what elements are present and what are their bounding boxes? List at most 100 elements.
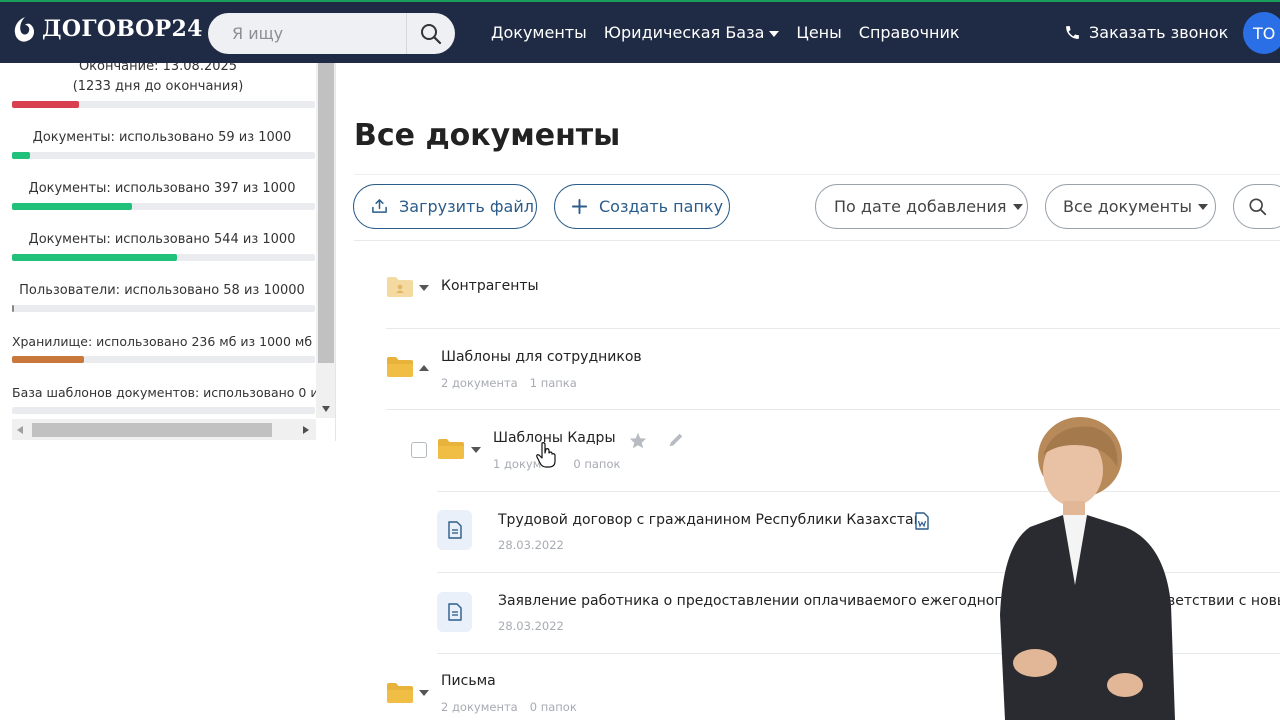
main-nav: Документы Юридическая База Цены Справочн… [491,23,960,42]
document-date: 28.03.2022 [498,619,564,633]
horizontal-scrollbar[interactable] [12,419,316,440]
hand-cursor-icon [536,442,556,468]
search-icon [421,23,442,44]
top-navbar: ДОГОВОР24 Документы Юридическая База Цен… [0,0,1280,63]
nav-legal-base[interactable]: Юридическая База [604,23,780,42]
usage-progress-fill [12,356,84,363]
chevron-down-icon [1198,203,1209,210]
sort-dropdown-label: По дате добавления [834,197,1007,216]
usage-progress-bar [12,305,315,312]
subscription-days-left: (1233 дня до окончания) [72,79,244,94]
usage-progress-fill [12,101,79,108]
document-icon[interactable] [437,510,472,550]
page-title: Все документы [354,118,621,153]
collapse-toggle-icon[interactable] [419,365,429,371]
search-box [208,13,455,54]
filter-dropdown[interactable]: Все документы [1045,184,1216,229]
folder-meta: 2 документа 0 папок [441,700,589,714]
scroll-left-arrow-icon[interactable] [16,425,24,435]
phone-icon [1066,26,1079,39]
nav-prices[interactable]: Цены [796,23,841,42]
usage-label: База шаблонов документов: использовано 0… [12,385,316,400]
usage-label: Документы: использовано 59 из 1000 [32,130,292,145]
document-date: 28.03.2022 [498,538,564,552]
upload-file-label: Загрузить файл [399,197,534,216]
upload-icon [372,199,387,213]
usage-progress-bar [12,356,315,363]
folder-name[interactable]: Контрагенты [441,278,539,294]
star-icon[interactable] [629,432,647,449]
subscription-end-label: Окончание: 13.08.2025 [78,63,238,74]
plus-icon [571,198,588,215]
avatar[interactable]: ТО [1243,12,1280,54]
usage-progress-bar [12,101,315,108]
folder-subfolder-count: 1 папка [529,376,577,390]
select-checkbox[interactable] [411,442,427,458]
sort-dropdown[interactable]: По дате добавления [815,184,1028,229]
search-icon [1249,197,1267,215]
usage-progress-fill [12,254,177,261]
word-file-icon[interactable] [914,512,930,530]
usage-label: Хранилище: использовано 236 мб из 1000 м… [11,334,313,349]
order-call-label: Заказать звонок [1089,23,1229,42]
shared-folder-icon[interactable] [386,276,414,298]
search-button[interactable] [406,13,455,54]
folder-icon[interactable] [437,438,465,460]
documents-search-button[interactable] [1233,184,1280,229]
subscription-usage-panel: Окончание: 13.08.2025 (1233 дня до оконч… [0,63,336,441]
logo-icon [14,17,35,42]
file-icon [447,521,462,539]
document-icon[interactable] [437,592,472,632]
vertical-scrollbar[interactable] [316,63,335,418]
filter-dropdown-label: Все документы [1063,197,1193,216]
folder-meta: 1 докум 0 папок [493,457,632,471]
folder-name[interactable]: Письма [441,673,496,689]
usage-label: Документы: использовано 544 из 1000 [28,232,296,247]
usage-progress-bar [12,407,315,414]
folder-icon[interactable] [386,356,414,378]
usage-progress-bar [12,203,315,210]
folder-doc-count: 2 документа [441,376,518,390]
divider [354,240,1280,241]
folder-subfolder-count: 0 папок [529,700,577,714]
folder-subfolder-count: 0 папок [573,457,621,471]
nav-reference[interactable]: Справочник [859,23,960,42]
create-folder-label: Создать папку [599,197,724,216]
usage-progress-fill [12,305,14,312]
scrollbar-thumb[interactable] [32,423,272,437]
document-title[interactable]: Заявление работника о предоставлении опл… [498,593,1032,609]
logo[interactable]: ДОГОВОР24 [12,14,203,44]
scrollbar-thumb[interactable] [318,63,334,363]
folder-doc-count: 2 документа [441,700,518,714]
nav-legal-base-label: Юридическая База [603,23,765,42]
logo-text: ДОГОВОР24 [42,16,203,42]
expand-toggle-icon[interactable] [419,285,429,291]
expand-toggle-icon[interactable] [471,447,481,453]
order-call-button[interactable]: Заказать звонок [1064,23,1228,42]
usage-label: Документы: использовано 397 из 1000 [28,181,296,196]
divider [386,328,1280,329]
usage-progress-bar [12,152,315,159]
divider [354,174,1280,175]
chevron-down-icon [1012,203,1023,210]
document-title[interactable]: Трудовой договор с гражданином Республик… [498,512,923,528]
chevron-down-icon [769,30,780,37]
upload-file-button[interactable]: Загрузить файл [353,184,537,229]
usage-label: Пользователи: использовано 58 из 10000 [19,283,305,298]
usage-progress-fill [12,203,133,210]
presenter-video-overlay [1000,417,1175,720]
usage-progress-bar [12,254,315,261]
usage-progress-fill [12,152,31,159]
expand-toggle-icon[interactable] [419,690,429,696]
scroll-down-arrow-icon[interactable] [321,405,331,413]
pencil-icon[interactable] [667,431,685,449]
file-icon [447,603,462,621]
nav-documents[interactable]: Документы [491,23,587,42]
folder-icon[interactable] [386,682,414,704]
create-folder-button[interactable]: Создать папку [554,184,730,229]
divider [386,409,1280,410]
folder-name[interactable]: Шаблоны для сотрудников [441,349,642,365]
folder-meta: 2 документа 1 папка [441,376,589,390]
scroll-right-arrow-icon[interactable] [302,425,310,435]
search-input[interactable] [208,13,406,54]
